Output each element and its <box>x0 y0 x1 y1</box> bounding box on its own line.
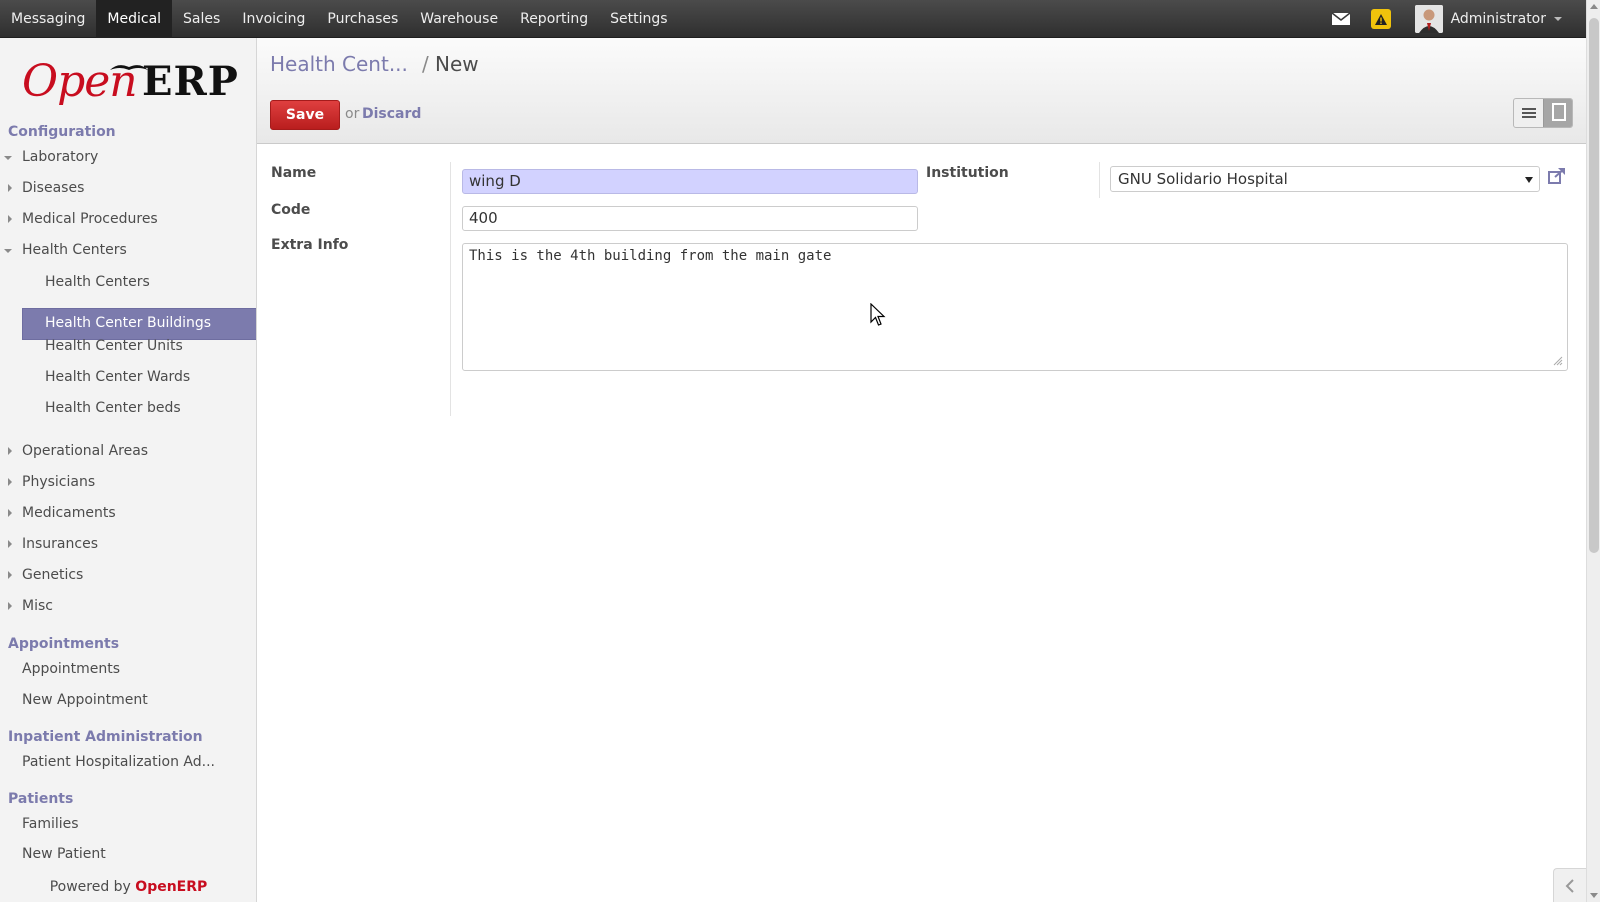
section-configuration: Configuration <box>8 124 116 140</box>
warning-icon[interactable] <box>1370 9 1391 29</box>
scroll-down-arrow-icon[interactable] <box>1590 893 1598 898</box>
sidebar-subitem-health-center-buildings[interactable]: Health Center Buildings <box>22 308 256 340</box>
sidebar-subitem-health-centers[interactable]: Health Centers <box>45 274 150 290</box>
form-view-icon[interactable] <box>1543 99 1572 127</box>
code-input[interactable]: 400 <box>462 206 918 231</box>
sidebar-subitem-health-center-beds[interactable]: Health Center beds <box>45 400 181 416</box>
sidebar-item-families[interactable]: Families <box>22 816 79 832</box>
caret-right-icon[interactable] <box>8 602 12 610</box>
user-area: Administrator <box>1331 0 1562 38</box>
save-button[interactable]: Save <box>270 100 340 130</box>
sidebar-item-medical-procedures[interactable]: Medical Procedures <box>22 211 158 227</box>
mail-icon[interactable] <box>1331 12 1351 26</box>
sidebar-item-new-patient[interactable]: New Patient <box>22 846 106 862</box>
menu-settings[interactable]: Settings <box>599 0 678 38</box>
scroll-up-arrow-icon[interactable] <box>1590 4 1598 9</box>
menu-purchases[interactable]: Purchases <box>316 0 409 38</box>
view-switcher <box>1513 98 1573 128</box>
menu-reporting[interactable]: Reporting <box>509 0 599 38</box>
powered-brand-link[interactable]: OpenERP <box>135 879 207 895</box>
sidebar: Open ERP Configuration Laboratory Diseas… <box>0 38 257 902</box>
extra-info-textarea[interactable]: This is the 4th building from the main g… <box>462 243 1568 371</box>
or-text: or <box>345 106 360 122</box>
avatar[interactable] <box>1414 5 1443 33</box>
sidebar-item-patient-hospitalization[interactable]: Patient Hospitalization Ad... <box>22 754 215 770</box>
scrollbar-thumb[interactable] <box>1589 18 1599 553</box>
view-header: Health Cent... / New Save or Discard <box>257 38 1586 144</box>
extra-info-label: Extra Info <box>271 237 349 253</box>
sidebar-item-physicians[interactable]: Physicians <box>22 474 95 490</box>
main-content: Health Cent... / New Save or Discard Nam… <box>257 38 1586 902</box>
menu-medical[interactable]: Medical <box>96 0 173 38</box>
chevron-left-icon <box>1565 879 1574 893</box>
top-navbar: Messaging Medical Sales Invoicing Purcha… <box>0 0 1586 38</box>
extra-info-value: This is the 4th building from the main g… <box>469 248 832 264</box>
institution-select[interactable]: GNU Solidario Hospital <box>1110 166 1540 192</box>
breadcrumb-separator: / <box>422 52 429 76</box>
breadcrumb-parent[interactable]: Health Cent... <box>270 52 408 76</box>
resize-grip-icon[interactable] <box>1553 356 1563 366</box>
caret-right-icon[interactable] <box>8 478 12 486</box>
logo-erp-text: ERP <box>142 58 239 105</box>
main-menu: Messaging Medical Sales Invoicing Purcha… <box>0 0 679 38</box>
section-appointments: Appointments <box>8 636 120 652</box>
menu-sales[interactable]: Sales <box>172 0 231 38</box>
discard-button[interactable]: Discard <box>362 106 421 122</box>
powered-prefix: Powered by <box>49 879 131 895</box>
menu-warehouse[interactable]: Warehouse <box>409 0 509 38</box>
sidebar-selected-label: Health Center Buildings <box>45 315 212 331</box>
sidebar-item-misc[interactable]: Misc <box>22 598 53 614</box>
label-column-divider <box>450 162 451 416</box>
sidebar-subitem-health-center-units[interactable]: Health Center Units <box>45 338 183 354</box>
caret-down-icon[interactable] <box>4 156 12 160</box>
sidebar-item-genetics[interactable]: Genetics <box>22 567 83 583</box>
caret-right-icon[interactable] <box>8 215 12 223</box>
sidebar-item-operational-areas[interactable]: Operational Areas <box>22 443 148 459</box>
user-name[interactable]: Administrator <box>1451 11 1546 27</box>
sidebar-subitem-health-center-wards[interactable]: Health Center Wards <box>45 369 190 385</box>
caret-right-icon[interactable] <box>8 509 12 517</box>
sidebar-item-laboratory[interactable]: Laboratory <box>22 149 98 165</box>
openerp-logo[interactable]: Open ERP <box>22 56 238 112</box>
name-input[interactable]: wing D <box>462 169 918 194</box>
sidebar-item-health-centers[interactable]: Health Centers <box>22 242 127 258</box>
list-view-icon[interactable] <box>1514 99 1544 127</box>
menu-invoicing[interactable]: Invoicing <box>231 0 316 38</box>
section-inpatient-administration: Inpatient Administration <box>8 729 203 745</box>
breadcrumb-current: New <box>435 52 479 76</box>
section-patients: Patients <box>8 791 74 807</box>
caret-right-icon[interactable] <box>8 447 12 455</box>
caret-right-icon[interactable] <box>8 571 12 579</box>
code-label: Code <box>271 202 311 218</box>
sidebar-item-new-appointment[interactable]: New Appointment <box>22 692 148 708</box>
chevron-down-icon[interactable] <box>1554 17 1562 21</box>
sidebar-item-medicaments[interactable]: Medicaments <box>22 505 116 521</box>
institution-label: Institution <box>926 165 1009 181</box>
dropdown-arrow-icon[interactable] <box>1525 177 1533 183</box>
collapse-panel-button[interactable] <box>1553 868 1586 902</box>
name-label: Name <box>271 165 317 181</box>
powered-by-footer: Powered by OpenERP <box>0 872 256 902</box>
menu-messaging[interactable]: Messaging <box>0 0 96 38</box>
institution-value: GNU Solidario Hospital <box>1118 170 1288 188</box>
caret-right-icon[interactable] <box>8 540 12 548</box>
external-link-icon[interactable] <box>1547 166 1567 186</box>
institution-column-divider <box>1099 162 1100 198</box>
page-scrollbar[interactable] <box>1586 0 1600 902</box>
sidebar-item-diseases[interactable]: Diseases <box>22 180 84 196</box>
mouse-cursor-icon <box>870 303 886 326</box>
sidebar-item-insurances[interactable]: Insurances <box>22 536 98 552</box>
caret-down-icon[interactable] <box>4 249 12 253</box>
sidebar-item-appointments[interactable]: Appointments <box>22 661 120 677</box>
caret-right-icon[interactable] <box>8 184 12 192</box>
